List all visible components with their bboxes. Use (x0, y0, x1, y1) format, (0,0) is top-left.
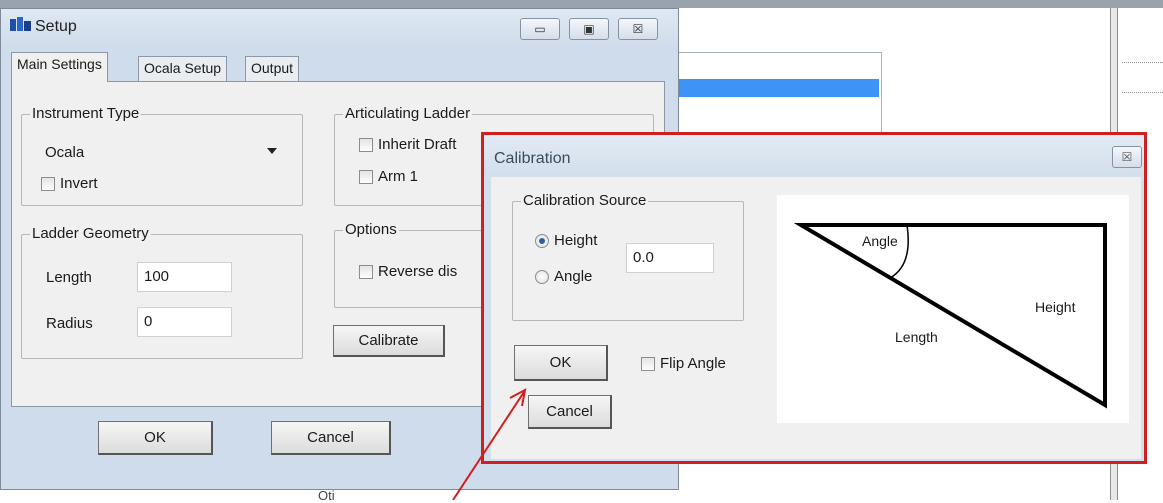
tab-main-settings[interactable]: Main Settings (11, 52, 108, 82)
angle-radio-dot[interactable] (535, 269, 549, 284)
invert-checkbox-box[interactable] (41, 176, 55, 191)
close-button[interactable]: ☒ (618, 18, 658, 40)
angle-radio[interactable]: Angle (535, 268, 592, 285)
calibration-source-legend: Calibration Source (521, 192, 649, 209)
flip-angle-label: Flip Angle (660, 355, 726, 372)
height-radio[interactable]: Height (535, 232, 597, 249)
reverse-direction-label: Reverse dis (378, 263, 458, 280)
length-label: Length (46, 269, 92, 286)
instrument-type-select[interactable]: Ocala (36, 137, 286, 167)
calibration-close-button[interactable]: ☒ (1112, 146, 1142, 168)
top-strip (0, 0, 1163, 8)
tab-ocala-setup[interactable]: Ocala Setup (138, 56, 228, 81)
flip-angle-checkbox-box[interactable] (641, 356, 655, 371)
minimize-button[interactable]: ▭ (520, 18, 560, 40)
angle-radio-label: Angle (554, 268, 593, 285)
diagram-length-label: Length (895, 329, 938, 345)
ladder-geometry-legend: Ladder Geometry (30, 225, 151, 242)
length-input[interactable]: 100 (137, 262, 232, 292)
inherit-draft-label: Inherit Draft (378, 136, 457, 153)
height-radio-label: Height (554, 232, 598, 249)
ladder-diagram: Angle Height Length (777, 195, 1129, 423)
setup-title: Setup (35, 18, 77, 35)
setup-cancel-button[interactable]: Cancel (271, 421, 391, 455)
diagram-angle-label: Angle (862, 233, 898, 249)
setup-ok-button[interactable]: OK (98, 421, 213, 455)
inherit-draft-checkbox-box[interactable] (359, 137, 373, 152)
reverse-direction-checkbox[interactable]: Reverse dis (359, 263, 457, 280)
background-label: Oti (318, 488, 335, 503)
invert-label: Invert (60, 175, 98, 192)
instrument-type-value: Ocala (45, 144, 85, 161)
diagram-height-label: Height (1035, 299, 1076, 315)
triangle-shape (793, 223, 1107, 409)
chevron-down-icon (267, 148, 277, 154)
calibration-value-input[interactable]: 0.0 (626, 243, 714, 273)
calibrate-button[interactable]: Calibrate (333, 325, 445, 357)
radius-label: Radius (46, 315, 93, 332)
calibration-dialog: Calibration ☒ Calibration Source Height … (481, 132, 1147, 464)
instrument-type-legend: Instrument Type (30, 105, 142, 122)
background-list-selected-row[interactable] (679, 79, 879, 97)
maximize-button[interactable]: ▣ (569, 18, 609, 40)
calibration-cancel-button[interactable]: Cancel (528, 395, 612, 429)
background-list[interactable] (676, 52, 882, 140)
reverse-direction-checkbox-box[interactable] (359, 264, 373, 279)
triangle-diagram (793, 223, 1107, 409)
background-dotted-line (1122, 92, 1163, 93)
calibration-title: Calibration (494, 150, 571, 167)
calibration-body: Calibration Source Height Angle 0.0 OK C… (491, 177, 1141, 459)
invert-checkbox[interactable]: Invert (41, 175, 98, 192)
instrument-type-group: Instrument Type Ocala Invert (21, 105, 303, 206)
arm1-checkbox[interactable]: Arm 1 (359, 168, 418, 185)
arm1-checkbox-box[interactable] (359, 169, 373, 184)
options-legend: Options (343, 221, 399, 238)
articulating-ladder-legend: Articulating Ladder (343, 105, 473, 122)
annotation-arrow-icon (452, 388, 527, 500)
app-icon (10, 17, 31, 31)
calibration-source-group: Calibration Source Height Angle 0.0 (512, 192, 744, 321)
background-dotted-line (1122, 62, 1163, 63)
radius-input[interactable]: 0 (137, 307, 232, 337)
inherit-draft-checkbox[interactable]: Inherit Draft (359, 136, 456, 153)
tab-output[interactable]: Output (245, 56, 300, 81)
ladder-geometry-group: Ladder Geometry Length 100 Radius 0 (21, 225, 303, 359)
height-radio-dot[interactable] (535, 233, 549, 248)
flip-angle-checkbox[interactable]: Flip Angle (641, 355, 726, 372)
arm1-label: Arm 1 (378, 168, 419, 185)
